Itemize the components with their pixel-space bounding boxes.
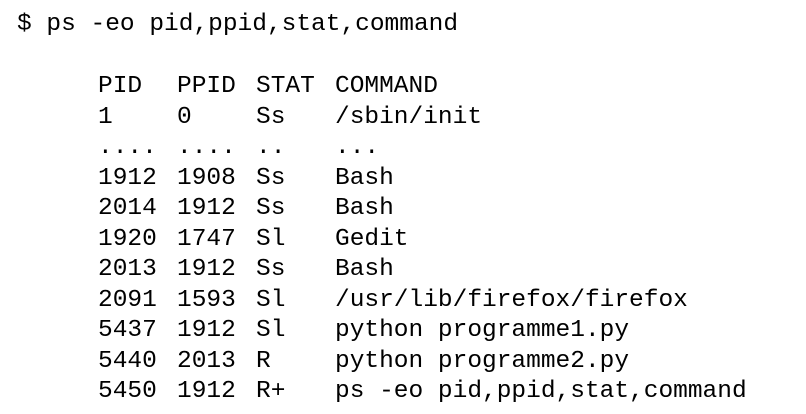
cell-command: python programme1.py (335, 317, 630, 344)
cell-ppid: 1912 (177, 256, 236, 283)
cell-pid: 1920 (98, 225, 157, 253)
cell-pid: 1 (98, 103, 113, 131)
command-text: ps -eo pid,ppid,stat,command (46, 11, 459, 38)
cell-command: Bash (335, 164, 394, 192)
header-ppid: PPID (177, 73, 236, 100)
table-row: 1912 1908 Ss Bash (98, 164, 795, 195)
cell-stat: .. (256, 134, 286, 161)
header-stat: STAT (256, 73, 315, 100)
cell-command: Bash (335, 256, 394, 283)
cell-ppid: 1908 (177, 164, 236, 192)
terminal-output: $ ps -eo pid,ppid,stat,command PID PPID … (0, 0, 806, 414)
cell-stat: R+ (256, 378, 286, 405)
cell-command: Bash (335, 195, 394, 222)
cell-command: /usr/lib/firefox/firefox (335, 286, 688, 314)
header-pid: PID (98, 73, 143, 100)
cell-command: Gedit (335, 225, 409, 253)
process-table: PID PPID STAT COMMAND 1 0 Ss /sbin/init … (98, 72, 795, 408)
table-row: 5440 2013 R python programme2.py (98, 347, 795, 378)
cell-ppid: .... (177, 134, 236, 161)
table-row: 5450 1912 R+ ps -eo pid,ppid,stat,comman… (98, 377, 795, 408)
cell-stat: Ss (256, 164, 286, 192)
table-row: 1920 1747 Sl Gedit (98, 225, 795, 256)
table-row: 2014 1912 Ss Bash (98, 194, 795, 225)
cell-ppid: 1912 (177, 195, 236, 222)
table-row: 1 0 Ss /sbin/init (98, 103, 795, 134)
table-row: 2091 1593 Sl /usr/lib/firefox/firefox (98, 286, 795, 317)
cell-ppid: 1593 (177, 286, 236, 314)
shell-prompt: $ (17, 11, 32, 38)
cell-stat: Ss (256, 256, 286, 283)
cell-stat: Sl (256, 317, 286, 344)
table-row: 2013 1912 Ss Bash (98, 255, 795, 286)
cell-stat: Sl (256, 286, 286, 314)
cell-stat: Ss (256, 103, 286, 131)
cell-pid: 5450 (98, 378, 157, 405)
cell-ppid: 0 (177, 103, 192, 131)
cell-pid: 2014 (98, 195, 157, 222)
cell-ppid: 2013 (177, 347, 236, 375)
header-command: COMMAND (335, 73, 438, 100)
cell-command: /sbin/init (335, 103, 483, 131)
cell-pid: 5440 (98, 347, 157, 375)
cell-pid: 2013 (98, 256, 157, 283)
table-row: .... .... .. ... (98, 133, 795, 164)
cell-command: ps -eo pid,ppid,stat,command (335, 378, 747, 405)
command-line: $ ps -eo pid,ppid,stat,command (17, 10, 458, 41)
table-header-row: PID PPID STAT COMMAND (98, 72, 795, 103)
cell-command: python programme2.py (335, 347, 630, 375)
cell-stat: R (256, 347, 271, 375)
cell-command: ... (335, 134, 380, 161)
cell-stat: Sl (256, 225, 286, 253)
cell-ppid: 1912 (177, 317, 236, 344)
cell-stat: Ss (256, 195, 286, 222)
cell-pid: .... (98, 134, 157, 161)
cell-pid: 5437 (98, 317, 157, 344)
cell-pid: 2091 (98, 286, 157, 314)
table-row: 5437 1912 Sl python programme1.py (98, 316, 795, 347)
cell-ppid: 1912 (177, 378, 236, 405)
cell-ppid: 1747 (177, 225, 236, 253)
cell-pid: 1912 (98, 164, 157, 192)
